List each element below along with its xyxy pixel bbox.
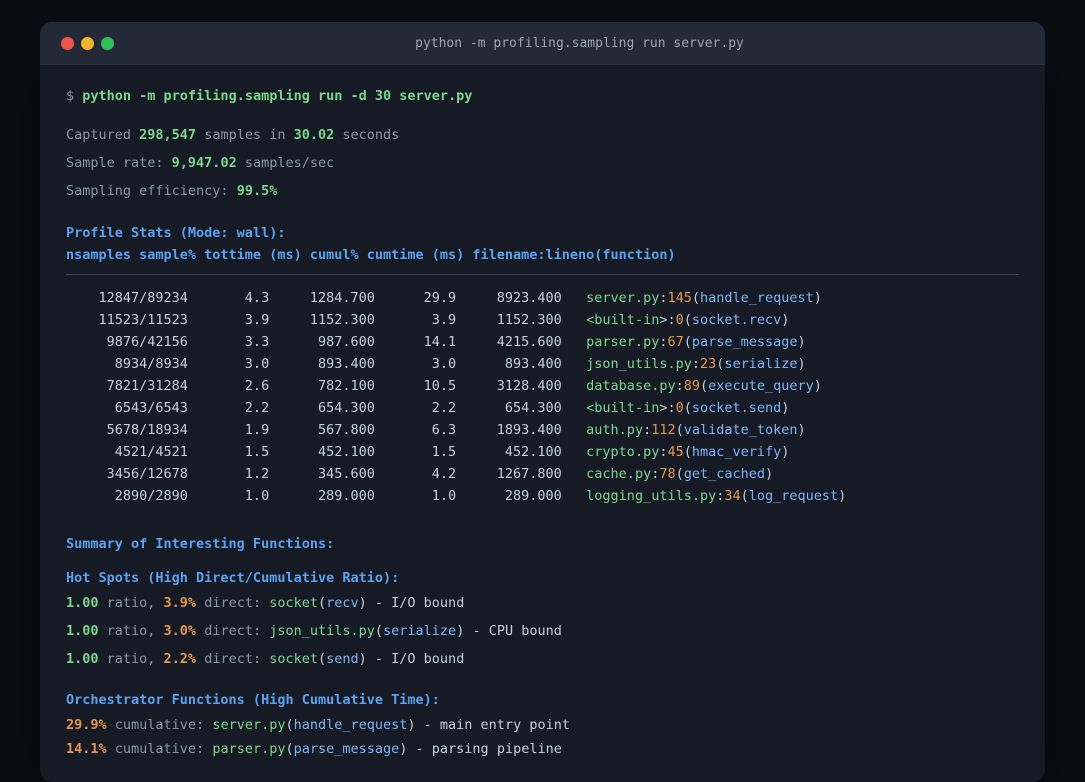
hot-spot-row: 1.00 ratio, 2.2% direct: socket(send) - …: [66, 651, 465, 667]
stats-row: 3456/12678 1.2 345.600 4.2 1267.800 cach…: [66, 466, 774, 482]
captured-seconds-value: 30.02: [293, 127, 335, 143]
zoom-icon[interactable]: [101, 36, 114, 50]
stats-rows: 12847/89234 4.3 1284.700 29.9 8923.400 s…: [66, 287, 1019, 507]
orchestrator-rows: 29.9% cumulative: server.py(handle_reque…: [66, 714, 1019, 760]
summary-heading: Summary of Interesting Functions:: [66, 536, 335, 552]
stats-row: 6543/6543 2.2 654.300 2.2 654.300 <built…: [66, 400, 790, 416]
stats-row: 12847/89234 4.3 1284.700 29.9 8923.400 s…: [66, 290, 822, 306]
hot-spots-heading: Hot Spots (High Direct/Cumulative Ratio)…: [66, 570, 400, 586]
stats-row: 8934/8934 3.0 893.400 3.0 893.400 json_u…: [66, 356, 806, 372]
orchestrator-row: 29.9% cumulative: server.py(handle_reque…: [66, 717, 570, 733]
prompt-symbol: $: [66, 88, 83, 104]
stats-row: 2890/2890 1.0 289.000 1.0 289.000 loggin…: [66, 488, 847, 504]
captured-prefix: Captured: [66, 127, 140, 143]
stats-divider: [66, 274, 1019, 275]
efficiency-label: Sampling efficiency:: [66, 183, 237, 199]
prompt-line: $ python -m profiling.sampling run -d 30…: [66, 85, 1019, 107]
captured-mid: samples in: [196, 127, 294, 143]
orchestrator-heading: Orchestrator Functions (High Cumulative …: [66, 692, 440, 708]
hot-spot-row: 1.00 ratio, 3.9% direct: socket(recv) - …: [66, 595, 465, 611]
sample-rate-suffix: samples/sec: [236, 155, 335, 171]
window-title: python -m profiling.sampling run server.…: [415, 35, 744, 51]
efficiency-value: 99.5%: [236, 183, 278, 199]
stats-columns-header: nsamples sample% tottime (ms) cumul% cum…: [66, 247, 676, 263]
captured-line: Captured 298,547 samples in 30.02 second…: [66, 124, 1019, 146]
minimize-icon[interactable]: [81, 36, 94, 50]
stats-row: 9876/42156 3.3 987.600 14.1 4215.600 par…: [66, 334, 806, 350]
stats-row: 5678/18934 1.9 567.800 6.3 1893.400 auth…: [66, 422, 806, 438]
profile-stats-heading: Profile Stats (Mode: wall):: [66, 225, 286, 241]
stats-row: 7821/31284 2.6 782.100 10.5 3128.400 dat…: [66, 378, 822, 394]
sample-rate-line: Sample rate: 9,947.02 samples/sec: [66, 152, 1019, 174]
captured-samples-value: 298,547: [139, 127, 197, 143]
sample-rate-label: Sample rate:: [66, 155, 172, 171]
terminal-body: $ python -m profiling.sampling run -d 30…: [40, 65, 1045, 760]
stats-row: 11523/11523 3.9 1152.300 3.9 1152.300 <b…: [66, 312, 790, 328]
stats-row: 4521/4521 1.5 452.100 1.5 452.100 crypto…: [66, 444, 790, 460]
terminal-window: python -m profiling.sampling run server.…: [40, 22, 1045, 782]
close-icon[interactable]: [61, 36, 74, 50]
captured-suffix: seconds: [334, 127, 400, 143]
hot-rows: 1.00 ratio, 3.9% direct: socket(recv) - …: [66, 592, 1019, 670]
hot-spot-row: 1.00 ratio, 3.0% direct: json_utils.py(s…: [66, 623, 562, 639]
sample-rate-value: 9,947.02: [171, 155, 237, 171]
orchestrator-row: 14.1% cumulative: parser.py(parse_messag…: [66, 741, 562, 757]
command-text: python -m profiling.sampling run -d 30 s…: [82, 88, 473, 104]
title-bar: python -m profiling.sampling run server.…: [40, 22, 1045, 65]
efficiency-line: Sampling efficiency: 99.5%: [66, 180, 1019, 202]
window-controls: [40, 36, 114, 50]
